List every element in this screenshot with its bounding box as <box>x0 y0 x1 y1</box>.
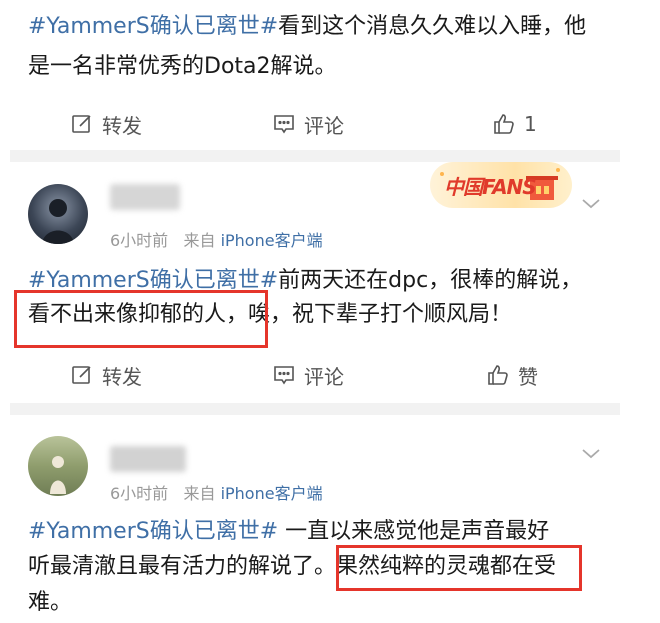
post2-meta: 6小时前 来自 iPhone客户端 <box>110 227 323 251</box>
highlight-box <box>14 290 268 348</box>
comment-label: 评论 <box>304 364 344 389</box>
avatar[interactable] <box>28 436 88 496</box>
highlight-box <box>336 545 582 591</box>
post3-text-line1: 一直以来感觉他是声音最好 <box>278 519 550 544</box>
comment-label: 评论 <box>304 113 344 138</box>
avatar[interactable] <box>28 184 88 244</box>
username-blurred[interactable] <box>110 184 180 210</box>
post2-source[interactable]: iPhone客户端 <box>221 231 323 250</box>
fans-badge-text: 中国FANS <box>444 175 537 199</box>
post1-text-line2: 是一名非常优秀的Dota2解说。 <box>28 54 337 79</box>
post2-action-bar: 转发 评论 赞 <box>0 355 620 395</box>
post3-meta: 6小时前 来自 iPhone客户端 <box>110 480 323 504</box>
post3-text-line3: 难。 <box>28 590 73 615</box>
post3-source[interactable]: iPhone客户端 <box>221 484 323 503</box>
post2-from-label: 来自 <box>183 231 216 250</box>
repost-label: 转发 <box>102 113 142 138</box>
like-label: 赞 <box>518 364 538 389</box>
fans-badge: 中国FANS <box>430 162 572 208</box>
like-count: 1 <box>524 112 537 136</box>
post2-text-line1: 前两天还在dpc，很棒的解说， <box>278 268 583 293</box>
avatar-figure <box>50 456 66 494</box>
post-divider <box>10 403 620 415</box>
post-divider <box>10 150 620 162</box>
like-button[interactable]: 赞 <box>486 355 538 395</box>
comment-icon <box>274 366 294 385</box>
post3-time: 6小时前 <box>110 484 169 503</box>
post3-from-label: 来自 <box>183 484 216 503</box>
post1-text-line1: 看到这个消息久久难以入睡，他 <box>278 14 587 39</box>
edit-icon <box>72 115 91 133</box>
username-blurred[interactable] <box>110 446 186 472</box>
thumbs-up-icon <box>488 365 508 385</box>
post1-hashtag[interactable]: #YammerS确认已离世# <box>28 14 278 39</box>
post3-text-line2-pre: 听最清澈且最有活力的解说了。 <box>28 554 337 579</box>
post1-action-bar: 转发 评论 1 <box>0 104 620 144</box>
edit-icon <box>72 366 91 384</box>
repost-button[interactable]: 转发 <box>70 104 142 144</box>
chevron-down-icon[interactable] <box>578 440 604 466</box>
like-button[interactable]: 1 <box>492 104 537 144</box>
post2-text-line2-rest: 唉，祝下辈子打个顺风局！ <box>248 302 513 327</box>
repost-button[interactable]: 转发 <box>70 355 142 395</box>
chevron-down-icon[interactable] <box>578 190 604 216</box>
comment-icon <box>274 115 294 134</box>
post2-time: 6小时前 <box>110 231 169 250</box>
avatar-figure <box>42 199 74 244</box>
thumbs-up-icon <box>494 114 514 134</box>
repost-label: 转发 <box>102 364 142 389</box>
post1-text: #YammerS确认已离世#看到这个消息久久难以入睡，他 <box>28 8 586 46</box>
comment-button[interactable]: 评论 <box>272 355 344 395</box>
post3-hashtag[interactable]: #YammerS确认已离世# <box>28 519 278 544</box>
comment-button[interactable]: 评论 <box>272 104 344 144</box>
